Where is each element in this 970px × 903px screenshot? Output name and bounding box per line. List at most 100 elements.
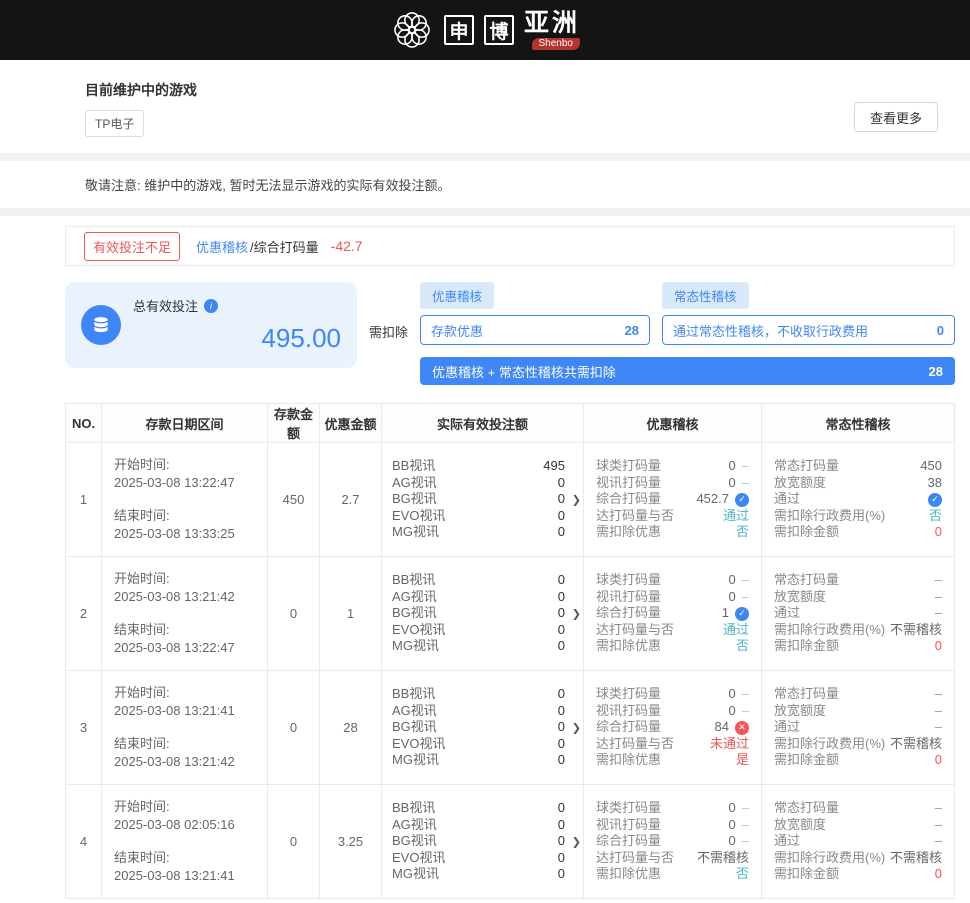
maintenance-section: 目前维护中的游戏 TP电子 查看更多 [0, 60, 970, 153]
date-range-cell: 开始时间:2025-03-08 13:21:42结束时间:2025-03-08 … [102, 557, 268, 671]
view-more-button[interactable]: 查看更多 [854, 102, 938, 132]
bet-line: BG视讯0 [392, 833, 573, 850]
audit-label: 球类打码量 [596, 800, 661, 817]
dash-mark: – [742, 817, 749, 834]
audit-value-text: 否 [736, 524, 749, 541]
promo-audit-tab[interactable]: 优惠稽核 [420, 282, 494, 309]
audit-value-text: 通过 [723, 508, 749, 525]
audit-value: 不需稽核 [890, 622, 942, 639]
bet-platform-label: AG视讯 [392, 817, 437, 834]
total-deduct-value: 28 [929, 364, 943, 379]
audit-line: 需扣除优惠否 [596, 524, 749, 541]
audit-value-text: – [935, 605, 942, 622]
regular-field-label: 通过常态性稽核，不收取行政费用 [673, 321, 868, 340]
audit-value-text: – [935, 686, 942, 703]
expand-chevron-icon[interactable]: ❯ [572, 835, 581, 848]
audit-value-text: 0 [729, 458, 736, 475]
regular-audit-cell: 常态打码量–放宽额度–通过–需扣除行政费用(%)不需稽核需扣除金额0 [762, 785, 955, 899]
total-valid-bets-value: 495.00 [133, 323, 341, 354]
audit-line: 需扣除优惠否 [596, 866, 749, 883]
section-divider [0, 153, 970, 161]
audit-value: – [935, 589, 942, 606]
audit-value: 未通过 [710, 736, 749, 753]
table-head-row: NO.存款日期区间存款金额优惠金额实际有效投注额优惠稽核常态性稽核 [66, 404, 955, 443]
bet-platform-label: BG视讯 [392, 491, 437, 508]
bet-platform-label: BG视讯 [392, 719, 437, 736]
notice-bar: 敬请注意: 维护中的游戏, 暂时无法显示游戏的实际有效投注额。 [0, 161, 970, 208]
end-time-group: 结束时间:2025-03-08 13:21:42 [114, 735, 255, 771]
audit-value: 0– [729, 572, 749, 589]
audit-value: 不需稽核 [890, 736, 942, 753]
audit-label: 需扣除行政费用(%) [774, 622, 885, 639]
end-time-label: 结束时间: [114, 621, 255, 639]
audit-line: 需扣除优惠是 [596, 752, 749, 769]
audit-value: 0– [729, 686, 749, 703]
valid-bets-cell: BB视讯0AG视讯0BG视讯0EVO视讯0MG视讯0❯ [382, 557, 584, 671]
audit-line: 需扣除金额0 [774, 866, 942, 883]
audit-label: 通过 [774, 491, 800, 508]
deposit-amount: 0 [268, 785, 320, 899]
audit-value: 0– [729, 817, 749, 834]
audit-value: 0– [729, 800, 749, 817]
audit-value: 否 [736, 638, 749, 655]
bet-amount: 0 [558, 491, 565, 508]
audit-label: 综合打码量 [596, 833, 661, 850]
audit-value: 不需稽核 [890, 850, 942, 867]
audit-value: 通过 [723, 622, 749, 639]
audit-value-text: 否 [736, 638, 749, 655]
logo-char-shen: 申 [444, 15, 474, 45]
start-time-value: 2025-03-08 13:22:47 [114, 474, 255, 492]
audit-label: 需扣除优惠 [596, 866, 661, 883]
audit-value: – [935, 719, 942, 736]
regular-audit-column: 常态性稽核 通过常态性稽核，不收取行政费用 0 [662, 282, 955, 345]
bet-amount: 0 [558, 638, 565, 655]
audit-value: – [935, 800, 942, 817]
audit-label: 球类打码量 [596, 572, 661, 589]
bet-line: EVO视讯0 [392, 508, 573, 525]
info-icon[interactable]: i [204, 299, 218, 313]
audit-value-text: 0 [729, 686, 736, 703]
audit-value: 0 [935, 638, 942, 655]
check-icon: ✓ [735, 493, 749, 507]
audit-line: 球类打码量 0– [596, 686, 749, 703]
bet-line: BB视讯0 [392, 572, 573, 589]
regular-audit-tab[interactable]: 常态性稽核 [662, 282, 749, 309]
bet-amount: 0 [558, 800, 565, 817]
audit-label: 达打码量与否 [596, 508, 674, 525]
row-number: 2 [66, 557, 102, 671]
audit-label: 需扣除金额 [774, 752, 839, 769]
audit-value-text: 不需稽核 [890, 736, 942, 753]
audit-value-text: 0 [935, 752, 942, 769]
audit-line: 需扣除金额0 [774, 524, 942, 541]
audit-value: 452.7✓ [696, 491, 749, 508]
expand-chevron-icon[interactable]: ❯ [572, 493, 581, 506]
expand-chevron-icon[interactable]: ❯ [572, 721, 581, 734]
bet-line: AG视讯0 [392, 475, 573, 492]
dash-mark: – [742, 800, 749, 817]
bet-line: BB视讯0 [392, 686, 573, 703]
audit-value: 0 [935, 866, 942, 883]
column-header: 实际有效投注额 [382, 404, 584, 443]
logo-char-bo: 博 [484, 15, 514, 45]
bet-amount: 0 [558, 736, 565, 753]
bet-line: MG视讯0 [392, 524, 573, 541]
audit-value-text: 不需稽核 [697, 850, 749, 867]
audit-line: 通过✓ [774, 491, 942, 508]
audit-label: 球类打码量 [596, 686, 661, 703]
audit-line: 需扣除金额0 [774, 638, 942, 655]
expand-chevron-icon[interactable]: ❯ [572, 607, 581, 620]
audit-value-text: 通过 [723, 622, 749, 639]
promo-audit-link[interactable]: 优惠稽核 [196, 237, 248, 256]
start-time-group: 开始时间:2025-03-08 13:21:42 [114, 570, 255, 606]
audit-value: – [935, 833, 942, 850]
promo-audit-cell: 球类打码量0–视讯打码量0–综合打码量84✕达打码量与否未通过需扣除优惠是 [584, 671, 762, 785]
audit-line: 放宽额度38 [774, 475, 942, 492]
bet-line: BG视讯0 [392, 605, 573, 622]
audit-value: 0 [935, 752, 942, 769]
table-row: 2开始时间:2025-03-08 13:21:42结束时间:2025-03-08… [66, 557, 955, 671]
audit-value-text: 0 [935, 866, 942, 883]
bet-line: BG视讯 0 [392, 491, 573, 508]
dash-mark: – [742, 833, 749, 850]
bet-amount: 0 [558, 850, 565, 867]
table-body: 1开始时间:2025-03-08 13:22:47结束时间:2025-03-08… [66, 443, 955, 899]
